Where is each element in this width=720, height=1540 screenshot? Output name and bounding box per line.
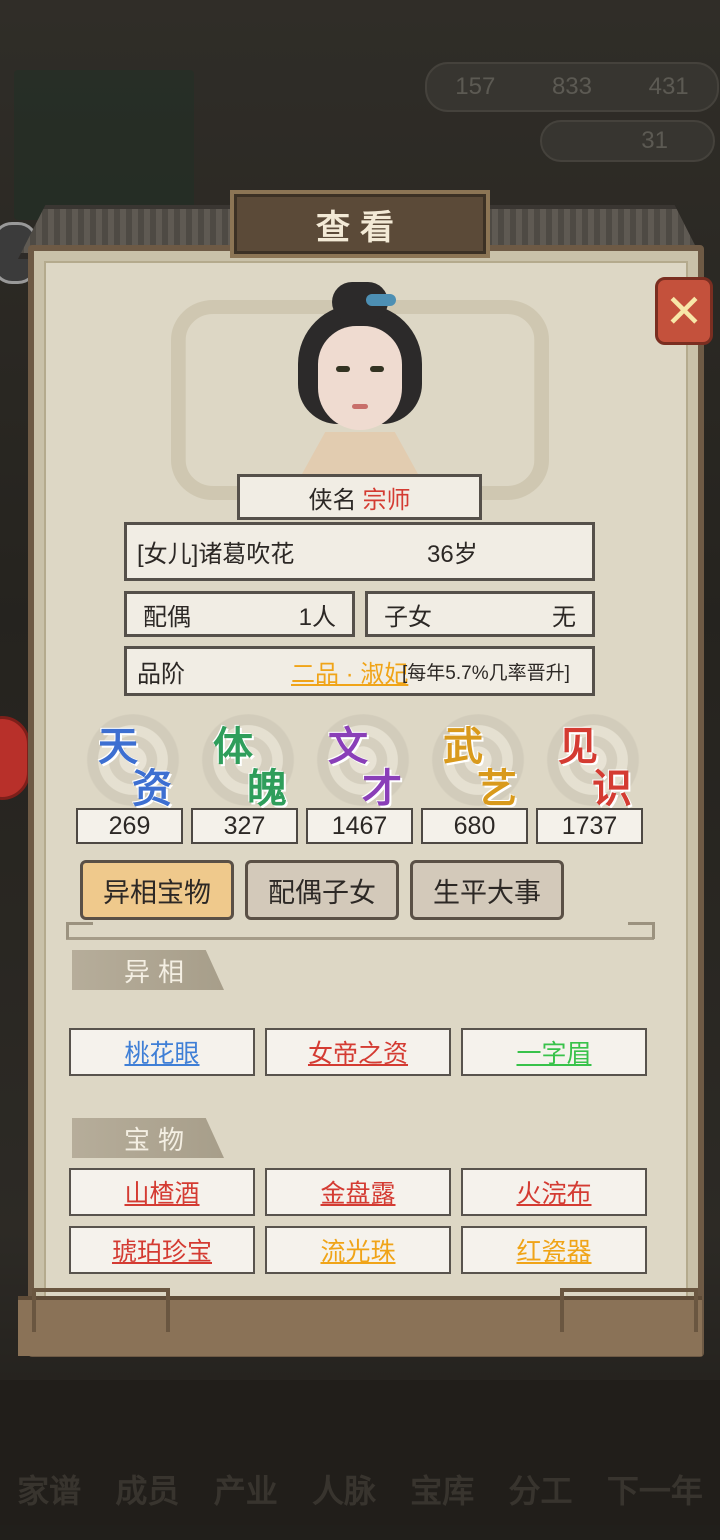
traits-section-header: 异相	[72, 950, 224, 990]
character-age: 36岁	[427, 541, 478, 568]
attr-char-2: 才	[362, 767, 402, 811]
divider-corner-right	[628, 922, 655, 939]
rank-value-link[interactable]: 二品 · 淑妃	[291, 654, 408, 689]
attr-value-talent: 269	[76, 808, 183, 844]
treasure-item[interactable]: 红瓷器	[461, 1226, 647, 1274]
title-plate: 侠名 宗师	[237, 474, 482, 520]
trait-item[interactable]: 桃花眼	[69, 1028, 255, 1076]
close-x-icon: ✕	[664, 285, 704, 337]
attr-physique: 体 魄	[195, 712, 305, 811]
name-age-box: [女儿]诸葛吹花 36岁	[124, 522, 595, 581]
attr-char-2: 魄	[247, 767, 287, 811]
base-ornament-left	[32, 1288, 170, 1332]
attr-knowledge: 见 识	[540, 712, 650, 811]
treasures-section-header: 宝物	[72, 1118, 224, 1158]
attr-char-2: 识	[592, 767, 632, 811]
tab-traits-treasures[interactable]: 异相宝物	[80, 860, 234, 920]
treasure-item[interactable]: 琥珀珍宝	[69, 1226, 255, 1274]
attr-value-literary: 1467	[306, 808, 413, 844]
attr-talent: 天 资	[80, 712, 190, 811]
rank-box: 品阶 二品 · 淑妃 [每年5.7%几率晋升]	[124, 646, 595, 696]
title-label: 侠名	[308, 486, 357, 514]
character-portrait	[292, 282, 428, 474]
tab-life-events[interactable]: 生平大事	[410, 860, 564, 920]
treasure-item[interactable]: 金盘露	[265, 1168, 451, 1216]
attr-char-2: 资	[132, 767, 172, 811]
base-ornament-right	[560, 1288, 698, 1332]
rank-label: 品阶	[137, 660, 185, 688]
children-value: 无	[552, 603, 576, 631]
attr-char-2: 艺	[477, 767, 517, 811]
divider-corner-left	[66, 922, 93, 939]
children-box: 子女 无	[365, 591, 595, 637]
tab-spouse-children[interactable]: 配偶子女	[245, 860, 399, 920]
title-value: 宗师	[362, 486, 411, 514]
trait-item[interactable]: 女帝之资	[265, 1028, 451, 1076]
spouse-value: 1人	[298, 603, 336, 631]
dialog-title: 查看	[316, 208, 404, 247]
treasure-item[interactable]: 山楂酒	[69, 1168, 255, 1216]
attr-value-knowledge: 1737	[536, 808, 643, 844]
treasure-item[interactable]: 火浣布	[461, 1168, 647, 1216]
spouse-label: 配偶	[143, 603, 191, 631]
section-divider	[66, 937, 654, 940]
attr-value-martial: 680	[421, 808, 528, 844]
treasure-item[interactable]: 流光珠	[265, 1226, 451, 1274]
spouse-box: 配偶 1人	[124, 591, 355, 637]
attr-literary: 文 才	[310, 712, 420, 811]
rank-note: [每年5.7%几率晋升]	[402, 662, 570, 684]
dialog-title-plate: 查看	[230, 190, 490, 258]
trait-item[interactable]: 一字眉	[461, 1028, 647, 1076]
attr-martial: 武 艺	[425, 712, 535, 811]
children-label: 子女	[384, 603, 432, 631]
attr-value-physique: 327	[191, 808, 298, 844]
character-name: [女儿]诸葛吹花	[137, 541, 295, 568]
close-button[interactable]: ✕	[655, 277, 713, 345]
